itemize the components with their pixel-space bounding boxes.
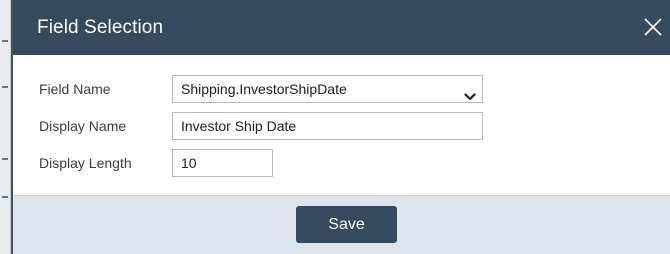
background-marker xyxy=(2,86,8,88)
close-icon[interactable] xyxy=(636,10,670,44)
background-marker xyxy=(2,158,8,160)
field-name-select[interactable]: Shipping.InvestorShipDate xyxy=(172,75,483,103)
field-name-label: Field Name xyxy=(39,81,111,97)
display-length-row: Display Length 10 xyxy=(39,149,670,177)
field-name-value: Shipping.InvestorShipDate xyxy=(181,81,347,97)
display-name-row: Display Name Investor Ship Date xyxy=(39,112,670,140)
display-length-label: Display Length xyxy=(39,155,132,171)
save-button[interactable]: Save xyxy=(296,206,397,243)
field-selection-dialog: Field Selection Field Name Shipping.Inve… xyxy=(11,0,670,254)
display-length-input[interactable]: 10 xyxy=(172,149,273,177)
display-name-input[interactable]: Investor Ship Date xyxy=(172,112,483,140)
dialog-titlebar: Field Selection xyxy=(13,0,670,55)
background-marker xyxy=(2,196,8,198)
dialog-footer: Save xyxy=(13,195,670,254)
background-marker xyxy=(2,40,8,42)
dialog-body: Field Name Shipping.InvestorShipDate Dis… xyxy=(13,55,670,195)
dialog-title: Field Selection xyxy=(37,17,164,38)
field-name-row: Field Name Shipping.InvestorShipDate xyxy=(39,75,670,103)
chevron-down-icon xyxy=(464,84,476,101)
background-window-edge xyxy=(0,0,11,254)
display-name-label: Display Name xyxy=(39,118,127,134)
